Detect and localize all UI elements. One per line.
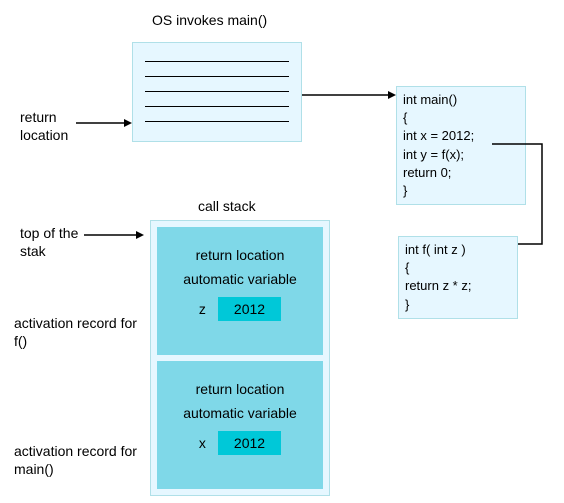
stack-record-main: return location automatic variable x 201… — [157, 361, 323, 489]
var-value: 2012 — [218, 297, 281, 321]
main-to-code-arrow — [302, 90, 396, 100]
f-open: { — [405, 259, 511, 277]
record-auto-var: automatic variable — [157, 405, 323, 421]
main-open: { — [403, 109, 519, 127]
top-of-stack-arrow — [84, 230, 144, 240]
stack-record-f: return location automatic variable z 201… — [157, 227, 323, 355]
record-return-loc: return location — [157, 381, 323, 397]
top-of-stack-label: top of the stak — [20, 224, 90, 260]
return-location-label: return location — [20, 108, 80, 144]
f-l1: return z * z; — [405, 277, 511, 295]
main-sig: int main() — [403, 91, 519, 109]
os-main-box — [132, 42, 302, 142]
call-stack-label: call stack — [198, 198, 256, 214]
activation-f-label: activation record for f() — [14, 314, 144, 350]
activation-main-label: activation record for main() — [14, 442, 144, 478]
var-name: z — [199, 301, 206, 317]
f-sig: int f( int z ) — [405, 241, 511, 259]
title: OS invokes main() — [152, 12, 267, 28]
record-auto-var: automatic variable — [157, 271, 323, 287]
var-value: 2012 — [218, 431, 281, 455]
call-stack: return location automatic variable z 201… — [150, 220, 330, 496]
f-close: } — [405, 296, 511, 314]
var-name: x — [199, 435, 206, 451]
return-location-arrow — [76, 118, 132, 128]
record-return-loc: return location — [157, 247, 323, 263]
code-f: int f( int z ) { return z * z; } — [398, 236, 518, 319]
